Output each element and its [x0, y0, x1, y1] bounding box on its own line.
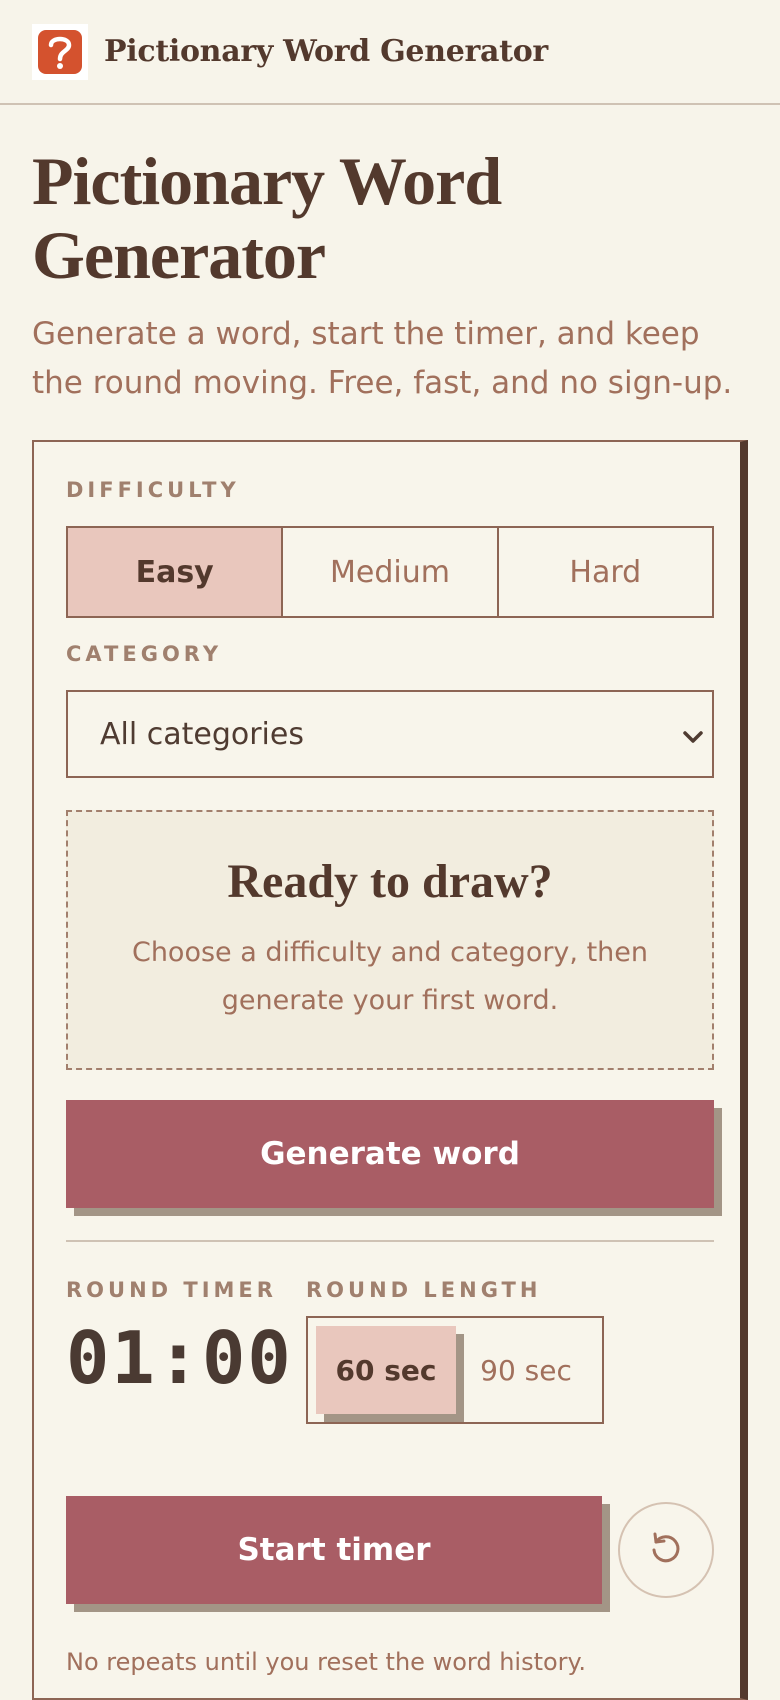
history-note: No repeats until you reset the word hist…: [66, 1648, 586, 1676]
timer-display: 01:00: [66, 1316, 293, 1400]
question-mark-icon: [38, 29, 82, 74]
logo[interactable]: [32, 23, 88, 80]
category-select[interactable]: All categories: [66, 690, 714, 778]
word-display-title: Ready to draw?: [227, 855, 553, 908]
brand-name[interactable]: Pictionary Word Generator: [104, 34, 548, 69]
word-display-text: Choose a difficulty and category, then g…: [131, 937, 649, 1016]
difficulty-label: DIFFICULTY: [66, 478, 240, 502]
divider: [66, 1240, 714, 1242]
generate-word-button[interactable]: Generate word: [66, 1100, 714, 1208]
round-length-60-button[interactable]: 60 sec: [316, 1326, 456, 1414]
round-length-selector: 60 sec 90 sec: [306, 1316, 604, 1424]
page-subtitle: Generate a word, start the timer, and ke…: [32, 316, 733, 401]
difficulty-easy-button[interactable]: Easy: [68, 528, 284, 616]
difficulty-medium-button[interactable]: Medium: [283, 528, 499, 616]
word-display: Ready to draw? Choose a difficulty and c…: [66, 810, 714, 1070]
round-timer-label: ROUND TIMER: [66, 1278, 277, 1302]
category-label: CATEGORY: [66, 642, 223, 666]
round-length-label: ROUND LENGTH: [306, 1278, 542, 1302]
generator-card: DIFFICULTY Easy Medium Hard CATEGORY All…: [32, 440, 748, 1700]
top-bar: Pictionary Word Generator: [0, 0, 780, 105]
start-timer-button[interactable]: Start timer: [66, 1496, 602, 1604]
reset-icon: [646, 1528, 686, 1572]
page-title: Pictionary Word Generator: [32, 143, 502, 293]
difficulty-selector: Easy Medium Hard: [66, 526, 714, 618]
reset-timer-button[interactable]: [618, 1502, 714, 1598]
round-length-90-button[interactable]: 90 sec: [456, 1326, 596, 1414]
category-selected-value: All categories: [100, 716, 304, 752]
chevron-down-icon: [682, 722, 704, 757]
difficulty-hard-button[interactable]: Hard: [499, 528, 712, 616]
